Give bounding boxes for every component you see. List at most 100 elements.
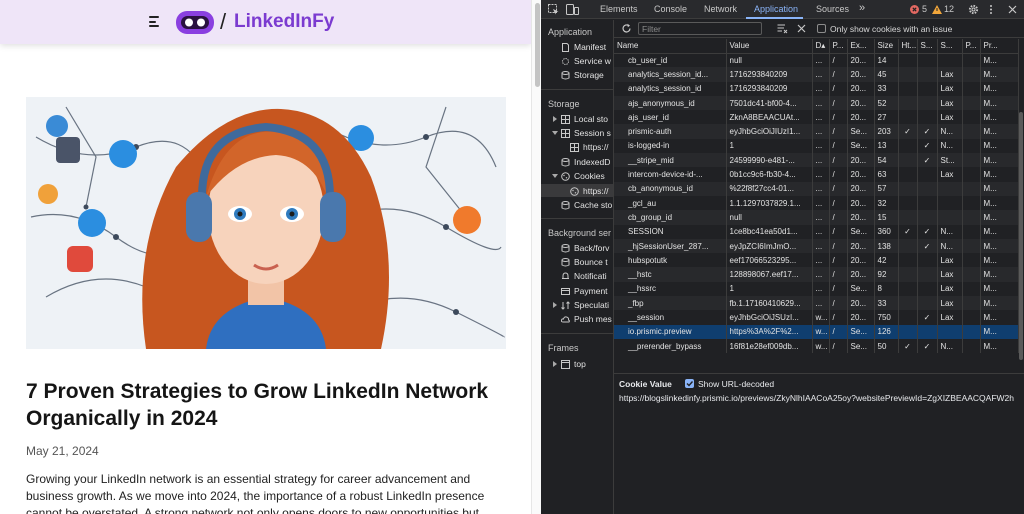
column-header-name[interactable]: Name	[614, 39, 727, 54]
cookie-cell-httponly[interactable]	[898, 67, 918, 82]
cookie-cell-httponly[interactable]	[898, 281, 918, 297]
column-header-path[interactable]: P...	[829, 39, 848, 54]
cookie-cell-value[interactable]: eef17066523295...	[726, 253, 813, 268]
cookie-cell-httponly[interactable]	[898, 167, 918, 182]
cookie-cell-httponly[interactable]	[898, 267, 918, 282]
cookie-cell-domain[interactable]: w...	[812, 310, 830, 325]
cookie-cell-domain[interactable]: w...	[812, 338, 830, 354]
cookie-cell-expires[interactable]: Se...	[847, 338, 875, 354]
cookie-cell-size[interactable]: 33	[874, 296, 899, 311]
cookie-cell-name[interactable]: __prerender_bypass	[614, 338, 727, 354]
cookie-row[interactable]: ajs_user_id ZknA8BEAACUAt....../20... 27 La…	[614, 110, 1019, 125]
cookie-row[interactable]: __stripe_mid 24599990-e481-....../20... 54…	[614, 153, 1019, 168]
cookie-table-scrollbar[interactable]	[1019, 112, 1023, 360]
cookie-cell-domain[interactable]: ...	[812, 153, 830, 168]
cookie-cell-path[interactable]: /	[829, 224, 848, 239]
cookie-cell-value[interactable]: 1	[726, 281, 813, 297]
sidebar-item-session-storage-origin[interactable]: https://	[570, 142, 609, 152]
cookie-cell-domain[interactable]: ...	[812, 110, 830, 125]
cookie-cell-name[interactable]: __hstc	[614, 267, 727, 282]
cookie-cell-size[interactable]: 8	[874, 281, 899, 297]
cookie-cell-samesite[interactable]: Lax	[937, 67, 963, 82]
cookie-row[interactable]: __session eyJhbGciOiJSUzI... w.../20... 750…	[614, 310, 1019, 325]
cookie-cell-value[interactable]: eyJhbGciOiJSUzI...	[726, 310, 813, 325]
cookie-cell-value[interactable]: 128898067.eef17...	[726, 267, 813, 282]
cookie-cell-name[interactable]: __session	[614, 310, 727, 325]
site-logo-text[interactable]: LinkedInFy	[234, 11, 334, 33]
cookie-cell-size[interactable]: 138	[874, 238, 899, 254]
tab-elements[interactable]: Elements	[600, 4, 638, 14]
cookie-cell-name[interactable]: is-logged-in	[614, 138, 727, 154]
cookie-cell-name[interactable]: _fbp	[614, 296, 727, 311]
sidebar-section-application[interactable]: Application	[548, 27, 592, 37]
cookie-cell-samesite[interactable]: Lax	[937, 267, 963, 282]
sidebar-item-frame-top[interactable]: top	[561, 359, 586, 369]
cookie-cell-httponly[interactable]	[898, 296, 918, 311]
cookie-cell-expires[interactable]: 20...	[847, 181, 875, 196]
delete-all-cookies-icon[interactable]	[797, 24, 806, 33]
cookie-cell-domain[interactable]: ...	[812, 181, 830, 196]
cookie-cell-httponly[interactable]	[898, 210, 918, 225]
cookie-cell-domain[interactable]: ...	[812, 124, 830, 139]
cookie-cell-httponly[interactable]	[898, 253, 918, 268]
cookie-cell-path[interactable]: /	[829, 81, 848, 96]
cookie-cell-priority[interactable]: M...	[980, 167, 1019, 182]
cookie-cell-size[interactable]: 32	[874, 195, 899, 211]
cookie-cell-partition-key[interactable]	[962, 167, 981, 182]
cookie-cell-samesite[interactable]: N...	[937, 338, 963, 354]
collapse-arrow-icon[interactable]	[552, 131, 558, 135]
settings-gear-icon[interactable]	[968, 4, 979, 15]
cookie-cell-value[interactable]: 1716293840209	[726, 67, 813, 82]
cookie-row[interactable]: analytics_session_id 1716293840209.../20.…	[614, 81, 1019, 96]
cookie-cell-partition-key[interactable]	[962, 224, 981, 239]
sidebar-item-manifest[interactable]: Manifest	[561, 42, 606, 52]
more-options-icon[interactable]	[989, 4, 993, 15]
cookie-cell-expires[interactable]: Se...	[847, 124, 875, 139]
cookie-row[interactable]: prismic-auth eyJhbGciOiJIUzI1...... / Se...…	[614, 124, 1019, 139]
cookie-row[interactable]: cb_group_id null.../20... 15 M...	[614, 210, 1019, 225]
cookie-cell-priority[interactable]: M...	[980, 310, 1019, 325]
column-header-value[interactable]: Value	[726, 39, 813, 54]
cookie-cell-secure[interactable]: ✓	[917, 124, 938, 139]
cookie-cell-value[interactable]: %22f8f27cc4-01...	[726, 181, 813, 196]
cookie-cell-value[interactable]: 7501dc41-bf00-4...	[726, 95, 813, 111]
sidebar-section-frames[interactable]: Frames	[548, 343, 579, 353]
cookie-cell-secure[interactable]	[917, 324, 938, 339]
column-header-domain[interactable]: D▴	[812, 39, 830, 54]
cookie-cell-httponly[interactable]	[898, 81, 918, 96]
cookie-cell-name[interactable]: cb_group_id	[614, 210, 727, 225]
cookie-cell-size[interactable]: 33	[874, 81, 899, 96]
sidebar-item-local-storage[interactable]: Local sto	[561, 114, 608, 124]
cookie-row[interactable]: _gcl_au 1.1.1297037829.1....../20... 32 M..…	[614, 195, 1019, 211]
cookie-cell-name[interactable]: cb_user_id	[614, 53, 727, 68]
cookie-cell-value[interactable]: 24599990-e481-...	[726, 153, 813, 168]
cookie-cell-partition-key[interactable]	[962, 338, 981, 354]
cookie-cell-secure[interactable]	[917, 267, 938, 282]
cookie-cell-size[interactable]: 57	[874, 181, 899, 196]
cookie-cell-secure[interactable]	[917, 81, 938, 96]
more-tabs-icon[interactable]: »	[859, 2, 865, 14]
cookie-cell-priority[interactable]: M...	[980, 138, 1019, 154]
cookie-cell-path[interactable]: /	[829, 110, 848, 125]
cookie-cell-priority[interactable]: M...	[980, 267, 1019, 282]
sidebar-item-session-storage[interactable]: Session s	[561, 128, 611, 138]
cookie-cell-path[interactable]: /	[829, 138, 848, 154]
cookie-cell-value[interactable]: 1	[726, 138, 813, 154]
cookie-cell-partition-key[interactable]	[962, 153, 981, 168]
cookie-cell-expires[interactable]: Se...	[847, 224, 875, 239]
cookie-cell-samesite[interactable]: Lax	[937, 310, 963, 325]
column-header-expires[interactable]: Ex...	[847, 39, 875, 54]
column-header-priority[interactable]: Pr...	[980, 39, 1019, 54]
sidebar-item-cache-storage[interactable]: Cache sto	[561, 200, 612, 210]
cookie-cell-priority[interactable]: M...	[980, 238, 1019, 254]
cookie-cell-expires[interactable]: Se...	[847, 281, 875, 297]
cookie-cell-secure[interactable]: ✓	[917, 310, 938, 325]
cookie-row[interactable]: _hjSessionUser_287... eyJpZCI6ImJmO......…	[614, 238, 1019, 254]
cookie-cell-domain[interactable]: w...	[812, 324, 830, 339]
cookie-row[interactable]: io.prismic.preview https%3A%2F%2... w... / S…	[614, 324, 1019, 339]
cookie-cell-name[interactable]: ajs_user_id	[614, 110, 727, 125]
cookie-cell-httponly[interactable]	[898, 53, 918, 68]
cookie-cell-name[interactable]: __stripe_mid	[614, 153, 727, 168]
cookie-cell-expires[interactable]: 20...	[847, 310, 875, 325]
cookie-cell-domain[interactable]: ...	[812, 81, 830, 96]
